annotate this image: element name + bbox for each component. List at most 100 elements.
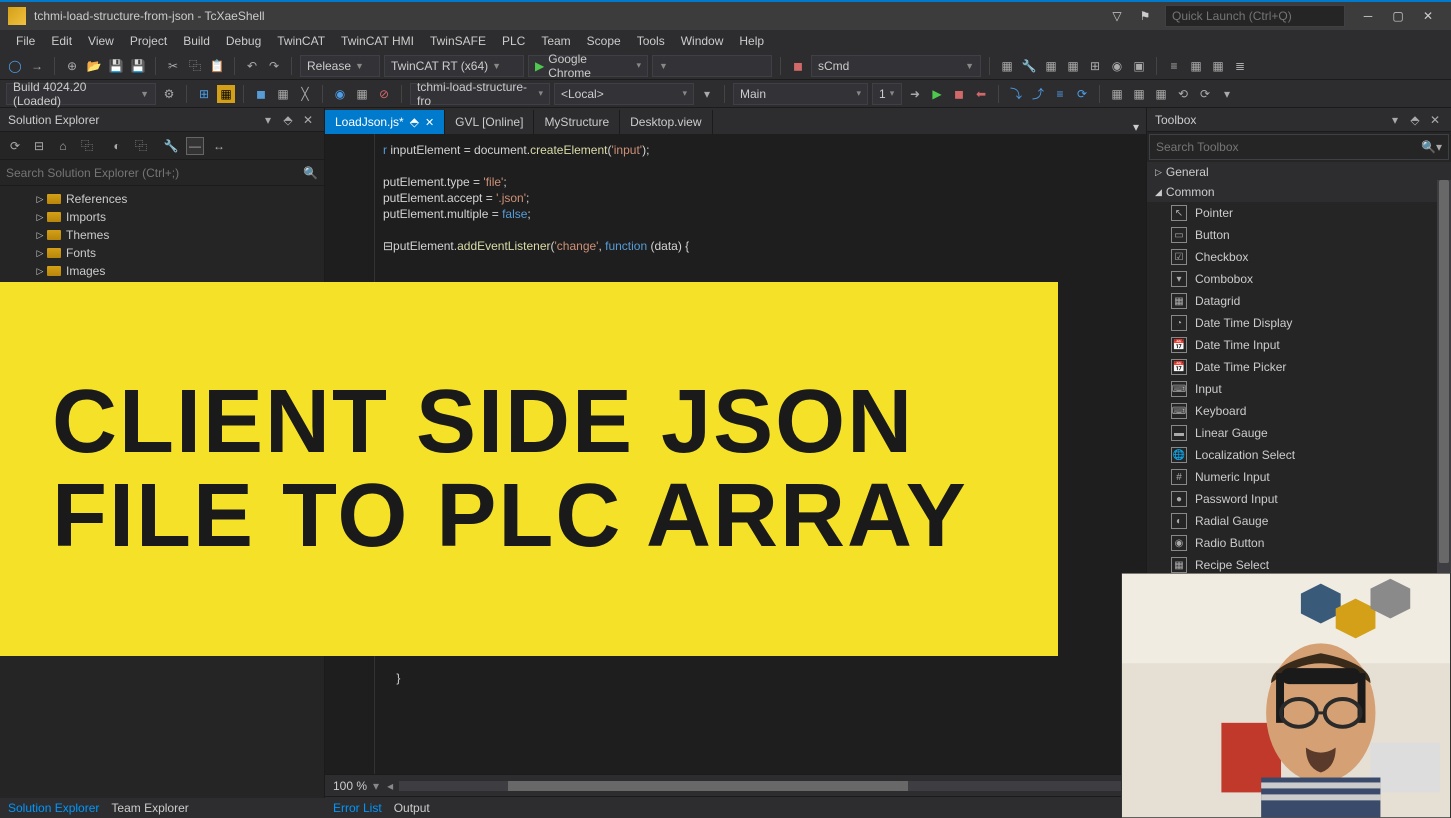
tc-icon-8[interactable]: ⊘ [375, 85, 393, 103]
tree-node[interactable]: ▷Imports [0, 208, 324, 226]
tool-icon-7[interactable]: ▣ [1130, 57, 1148, 75]
platform-combo[interactable]: TwinCAT RT (x64)▼ [384, 55, 524, 77]
tool-icon-6[interactable]: ◉ [1108, 57, 1126, 75]
copy-icon[interactable]: ⿻ [186, 57, 204, 75]
menu-plc[interactable]: PLC [494, 32, 533, 50]
tool-icon-2[interactable]: 🔧 [1020, 57, 1038, 75]
tc-icon-7[interactable]: ▦ [353, 85, 371, 103]
menu-scope[interactable]: Scope [579, 32, 629, 50]
tc-icon-2[interactable]: ▦ [217, 85, 235, 103]
red-icon[interactable]: ◼ [789, 57, 807, 75]
build-combo[interactable]: Build 4024.20 (Loaded)▼ [6, 83, 156, 105]
menu-window[interactable]: Window [673, 32, 732, 50]
tool-icon-10[interactable]: ▦ [1209, 57, 1227, 75]
tab-mystructure[interactable]: MyStructure [534, 110, 620, 134]
tc-icon-9[interactable]: ▾ [698, 85, 716, 103]
gear-icon[interactable]: ⚙ [160, 85, 178, 103]
se-properties-icon[interactable]: 🔧 [162, 137, 180, 155]
maximize-button[interactable]: ▢ [1383, 4, 1413, 28]
step-icon-2[interactable]: ⤴ [1029, 85, 1047, 103]
tc-icon-5[interactable]: ╳ [296, 85, 314, 103]
attach-combo[interactable]: ▼ [652, 55, 772, 77]
tree-node[interactable]: ▷Images [0, 262, 324, 280]
tab-gvl[interactable]: GVL [Online] [445, 110, 534, 134]
toolbox-item[interactable]: ▾Combobox [1147, 268, 1451, 290]
filter-icon[interactable]: ▽ [1105, 4, 1129, 28]
tc-icon-4[interactable]: ▦ [274, 85, 292, 103]
tab-loadjson[interactable]: LoadJson.js* ⬘ ✕ [325, 110, 445, 134]
toolbox-category-general[interactable]: ▷General [1147, 162, 1451, 182]
menu-help[interactable]: Help [731, 32, 772, 50]
toolbox-item[interactable]: ●Password Input [1147, 488, 1451, 510]
step-icon-4[interactable]: ⟳ [1073, 85, 1091, 103]
dbg-icon-6[interactable]: ▾ [1218, 85, 1236, 103]
search-icon[interactable]: 🔍▾ [1421, 140, 1442, 154]
se-icon-6[interactable]: ⿻ [132, 137, 150, 155]
tool-icon-1[interactable]: ▦ [998, 57, 1016, 75]
dbg-icon-5[interactable]: ⟳ [1196, 85, 1214, 103]
menu-file[interactable]: File [8, 32, 43, 50]
cut-icon[interactable]: ✂ [164, 57, 182, 75]
toolbox-item[interactable]: ◉Radio Button [1147, 532, 1451, 554]
close-button[interactable]: ✕ [1413, 4, 1443, 28]
new-project-icon[interactable]: ⊕ [63, 57, 81, 75]
tool-icon-11[interactable]: ≣ [1231, 57, 1249, 75]
panel-dropdown-icon[interactable]: ▾ [260, 113, 276, 127]
menu-debug[interactable]: Debug [218, 32, 269, 50]
tc-icon-3[interactable]: ◼ [252, 85, 270, 103]
menu-edit[interactable]: Edit [43, 32, 80, 50]
tab-error-list[interactable]: Error List [333, 801, 382, 815]
save-all-icon[interactable]: 💾 [129, 57, 147, 75]
tc-icon-6[interactable]: ◉ [331, 85, 349, 103]
se-icon-9[interactable]: ↔ [210, 137, 228, 155]
zoom-level[interactable]: 100 % [333, 779, 367, 793]
close-icon[interactable]: ✕ [425, 116, 434, 129]
start-button[interactable]: ▶Google Chrome▾ [528, 55, 648, 77]
toolbox-item[interactable]: ▦Datagrid [1147, 290, 1451, 312]
paste-icon[interactable]: 📋 [208, 57, 226, 75]
toolbox-item[interactable]: ⌨Keyboard [1147, 400, 1451, 422]
menu-team[interactable]: Team [533, 32, 578, 50]
tab-output[interactable]: Output [394, 801, 430, 815]
tc-icon-1[interactable]: ⊞ [195, 85, 213, 103]
dbg-icon-4[interactable]: ⟲ [1174, 85, 1192, 103]
scroll-left-icon[interactable]: ◂ [387, 779, 393, 793]
se-icon-8[interactable]: — [186, 137, 204, 155]
undo-icon[interactable]: ↶ [243, 57, 261, 75]
se-collapse-icon[interactable]: ⊟ [30, 137, 48, 155]
step-icon-1[interactable]: ⤵ [1007, 85, 1025, 103]
tool-icon-4[interactable]: ▦ [1064, 57, 1082, 75]
search-icon[interactable]: 🔍 [303, 166, 318, 180]
tree-node[interactable]: ▷References [0, 190, 324, 208]
toolbox-item[interactable]: ▭Button [1147, 224, 1451, 246]
panel-close-icon[interactable]: ✕ [300, 113, 316, 127]
minimize-button[interactable]: ─ [1353, 4, 1383, 28]
menu-project[interactable]: Project [122, 32, 175, 50]
toolbox-item[interactable]: 🌐Localization Select [1147, 444, 1451, 466]
se-search-input[interactable] [6, 166, 303, 180]
toolbox-item[interactable]: 📅Date Time Input [1147, 334, 1451, 356]
toolbox-item[interactable]: #Numeric Input [1147, 466, 1451, 488]
menu-view[interactable]: View [80, 32, 122, 50]
toolbox-item[interactable]: 📅Date Time Picker [1147, 356, 1451, 378]
se-home-icon[interactable]: ⌂ [54, 137, 72, 155]
tool-icon-9[interactable]: ▦ [1187, 57, 1205, 75]
tbx-dropdown-icon[interactable]: ▾ [1387, 113, 1403, 127]
se-refresh-icon[interactable]: ⟳ [6, 137, 24, 155]
toolbox-item[interactable]: ▬Linear Gauge [1147, 422, 1451, 444]
stop-icon[interactable]: ◼ [950, 85, 968, 103]
menu-twinsafe[interactable]: TwinSAFE [422, 32, 494, 50]
redo-icon[interactable]: ↷ [265, 57, 283, 75]
toolbox-category-common[interactable]: ◢Common [1147, 182, 1451, 202]
back-icon[interactable]: ◯ [6, 57, 24, 75]
dbg-icon-3[interactable]: ▦ [1152, 85, 1170, 103]
toolbox-search-input[interactable] [1156, 140, 1421, 154]
logout-icon[interactable]: ⬅ [972, 85, 990, 103]
login-icon[interactable]: ➜ [906, 85, 924, 103]
menu-tools[interactable]: Tools [629, 32, 673, 50]
tab-team-explorer[interactable]: Team Explorer [111, 801, 188, 815]
dbg-icon-2[interactable]: ▦ [1130, 85, 1148, 103]
hscroll[interactable] [399, 781, 1126, 791]
run-icon[interactable]: ▶ [928, 85, 946, 103]
routine-combo[interactable]: Main▾ [733, 83, 868, 105]
